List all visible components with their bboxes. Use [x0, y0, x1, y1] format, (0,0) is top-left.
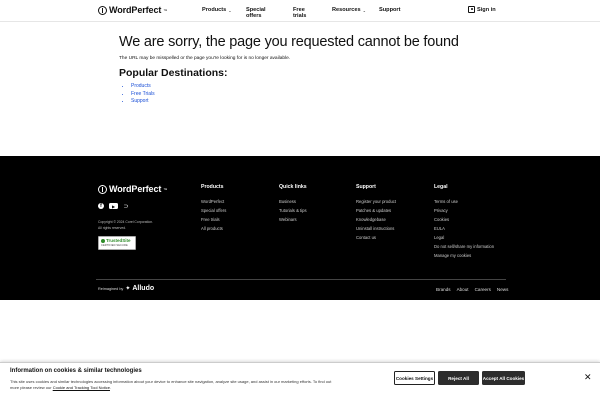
alludo-logo-icon: ✦ [125, 286, 131, 292]
reject-all-button[interactable]: Reject All [438, 371, 479, 385]
link-support[interactable]: Support [131, 98, 149, 104]
list-item: Products [131, 83, 499, 91]
footer-column-title: Quick links [279, 184, 307, 190]
nav-products-label: Products [202, 7, 227, 13]
accept-all-cookies-button[interactable]: Accept All Cookies [482, 371, 525, 385]
footer-link-free-trials[interactable]: Free trials [201, 215, 226, 224]
alludo-wordmark: Alludo [132, 285, 155, 292]
reimagined-by-alludo[interactable]: Reimagined by ✦ Alludo [98, 285, 154, 292]
footer-link-all-products[interactable]: All products [201, 224, 226, 233]
youtube-icon[interactable]: ▶ [109, 203, 118, 209]
cookie-banner-text: This site uses cookies and similar techn… [10, 379, 335, 391]
nav-support-label: Support [379, 7, 401, 13]
chevron-down-icon: ⌄ [362, 7, 366, 13]
footer-link-do-not-sell[interactable]: Do not sell/share my information [434, 242, 494, 251]
link-free-trials[interactable]: Free Trials [131, 91, 155, 97]
list-item: Free Trials [131, 91, 499, 99]
footer-link-tutorials[interactable]: Tutorials & tips [279, 206, 307, 215]
footer-logo[interactable]: WordPerfect ™ [98, 184, 167, 194]
footer-bottom-links: Brands About Careers News [436, 287, 508, 292]
cookie-text-part2: . [109, 384, 112, 390]
facebook-icon[interactable]: f [98, 203, 104, 209]
footer-link-eula[interactable]: EULA [434, 224, 494, 233]
popular-destinations-heading: Popular Destinations: [119, 67, 228, 79]
footer-link-careers[interactable]: Careers [475, 287, 491, 292]
cookie-notice-link[interactable]: Cookie and Tracking Tool Notice [53, 385, 110, 390]
chevron-down-icon: ⌄ [228, 7, 232, 13]
footer-link-contact[interactable]: Contact us [356, 233, 396, 242]
footer-column-title: Legal [434, 184, 448, 190]
site-footer: WordPerfect ™ f ▶ ⊃ Copyright © 2024 Cor… [0, 156, 600, 300]
footer-link-special-offers[interactable]: Special offers [201, 206, 226, 215]
nav-products[interactable]: Products ⌄ [202, 7, 232, 13]
main-content: We are sorry, the page you requested can… [119, 34, 499, 106]
popular-destinations-list: Products Free Trials Support [131, 83, 499, 106]
footer-column-products: Products WordPerfect Special offers Free… [201, 184, 226, 233]
footer-link-business[interactable]: Business [279, 197, 307, 206]
error-description: The URL may be misspelled or the page yo… [119, 56, 291, 61]
social-links: f ▶ ⊃ [98, 203, 129, 210]
footer-link-uninstall[interactable]: Uninstall instructions [356, 224, 396, 233]
footer-link-wordperfect[interactable]: WordPerfect [201, 197, 226, 206]
cookie-banner: Information on cookies & similar technol… [0, 362, 600, 394]
nav-support[interactable]: Support [379, 7, 400, 13]
footer-column-quick-links: Quick links Business Tutorials & tips We… [279, 184, 307, 224]
cookies-settings-button[interactable]: Cookies Settings [394, 371, 435, 385]
copyright-line1: Copyright © 2024 Corel Corporation. [98, 220, 154, 224]
sign-in-button[interactable]: Sign in [468, 6, 496, 13]
trademark: ™ [163, 186, 168, 192]
footer-link-register[interactable]: Register your product [356, 197, 396, 206]
page-title: We are sorry, the page you requested can… [119, 34, 459, 50]
footer-divider [96, 279, 506, 280]
trustedsite-subtitle: CERTIFIED SECURE [101, 244, 128, 247]
wordperfect-logo-icon [98, 5, 107, 15]
site-header: WordPerfect ™ Products ⌄ Special offers … [0, 0, 600, 22]
trustedsite-title-row: TrustedSite [101, 238, 133, 243]
footer-link-knowledgebase[interactable]: Knowledgebase [356, 215, 396, 224]
nav-resources[interactable]: Resources ⌄ [332, 7, 366, 13]
reimagined-label: Reimagined by [98, 286, 124, 291]
footer-link-terms[interactable]: Terms of use [434, 197, 494, 206]
footer-column-support: Support Register your product Patches & … [356, 184, 396, 242]
wordperfect-logo-icon [98, 184, 107, 194]
footer-link-about[interactable]: About [457, 287, 469, 292]
footer-link-brands[interactable]: Brands [436, 287, 451, 292]
nav-resources-label: Resources [332, 7, 361, 13]
cookie-banner-title: Information on cookies & similar technol… [10, 368, 142, 374]
trustedsite-badge[interactable]: TrustedSite CERTIFIED SECURE [98, 236, 136, 250]
footer-link-legal[interactable]: Legal [434, 233, 494, 242]
wordperfect-logo[interactable]: WordPerfect ™ [98, 5, 167, 15]
footer-link-cookies[interactable]: Cookies [434, 215, 494, 224]
footer-link-manage-cookies[interactable]: Manage my cookies [434, 251, 494, 260]
footer-column-legal: Legal Terms of use Privacy Cookies EULA … [434, 184, 494, 260]
footer-link-webinars[interactable]: Webinars [279, 215, 307, 224]
list-item: Support [131, 98, 499, 106]
footer-brand-name: WordPerfect [109, 184, 162, 194]
copyright: Copyright © 2024 Corel Corporation. All … [98, 220, 153, 231]
nav-free-trials-label: Free trials [293, 7, 307, 19]
footer-link-privacy[interactable]: Privacy [434, 206, 494, 215]
copyright-line2: All rights reserved. [98, 225, 127, 230]
footer-column-title: Products [201, 184, 224, 190]
footer-link-patches[interactable]: Patches & updates [356, 206, 396, 215]
nav-special-offers-label: Special offers [246, 7, 266, 19]
rss-icon[interactable]: ⊃ [123, 203, 129, 210]
sign-in-label: Sign in [477, 6, 496, 13]
link-products[interactable]: Products [131, 83, 151, 89]
footer-link-news[interactable]: News [497, 287, 509, 292]
nav-free-trials[interactable]: Free trials [293, 7, 306, 19]
trademark: ™ [163, 7, 168, 13]
check-icon [101, 238, 105, 243]
nav-special-offers[interactable]: Special offers [246, 7, 266, 19]
user-icon [468, 6, 475, 13]
footer-column-title: Support [356, 184, 376, 190]
trustedsite-title: TrustedSite [106, 238, 131, 243]
close-icon[interactable]: ✕ [584, 372, 592, 383]
brand-name: WordPerfect [109, 5, 162, 15]
